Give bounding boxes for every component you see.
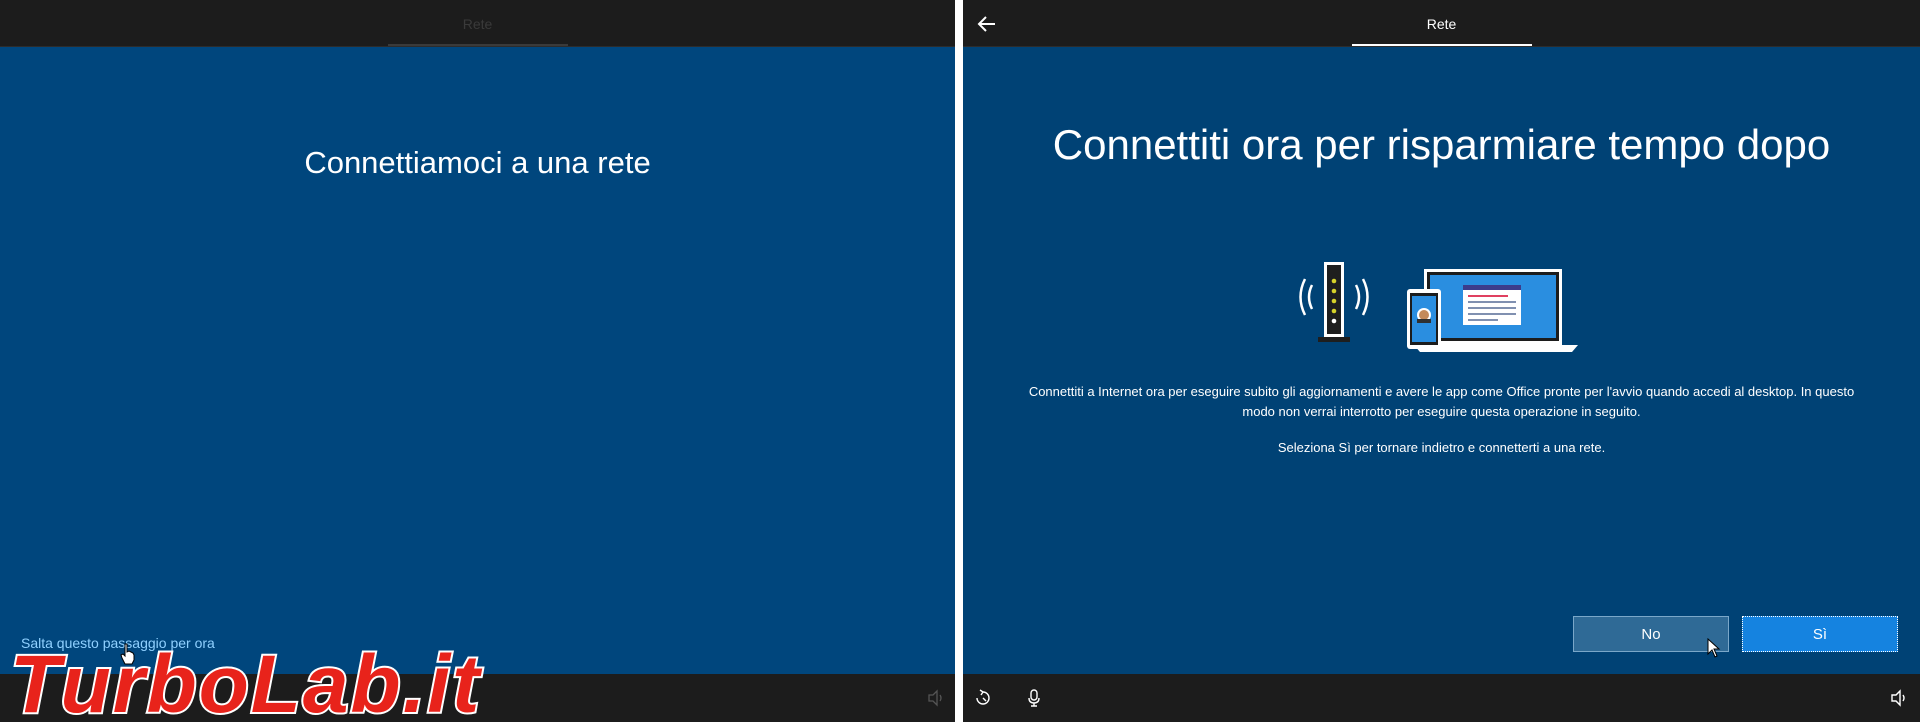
accessibility-icon[interactable]: [973, 688, 993, 708]
right-title-bar: Rete: [963, 0, 1920, 47]
yes-button[interactable]: Sì: [1742, 616, 1898, 652]
left-tab-title: Rete: [462, 16, 493, 32]
right-tab-underline: [1351, 44, 1532, 46]
no-button[interactable]: No: [1573, 616, 1729, 652]
volume-icon[interactable]: [926, 688, 946, 708]
pointer-cursor-icon: [1707, 638, 1721, 658]
right-content: Connettiti ora per risparmiare tempo dop…: [963, 47, 1920, 674]
right-bottom-bar: [963, 674, 1920, 722]
turbolab-watermark-logo: TurboLab.it: [0, 637, 490, 722]
network-illustration: [1299, 262, 1578, 352]
microphone-icon[interactable]: [1024, 688, 1044, 708]
right-tab-title: Rete: [1426, 16, 1457, 32]
left-tab-underline: [387, 44, 568, 46]
left-page-title: Connettiamoci a una rete: [304, 145, 651, 180]
left-content: Connettiamoci a una rete: [0, 47, 955, 674]
volume-icon[interactable]: [1889, 688, 1909, 708]
left-screen: Rete Connettiamoci a una rete Salta ques…: [0, 0, 955, 722]
right-page-title: Connettiti ora per risparmiare tempo dop…: [1052, 121, 1831, 168]
svg-text:TurboLab.it: TurboLab.it: [10, 639, 483, 722]
instruction-text: Seleziona Sì per tornare indietro e conn…: [1277, 440, 1606, 455]
description-text: Connettiti a Internet ora per eseguire s…: [1028, 384, 1855, 419]
right-screen: Rete Connettiti ora per risparmiare temp…: [963, 0, 1920, 722]
left-title-bar: Rete: [0, 0, 955, 47]
